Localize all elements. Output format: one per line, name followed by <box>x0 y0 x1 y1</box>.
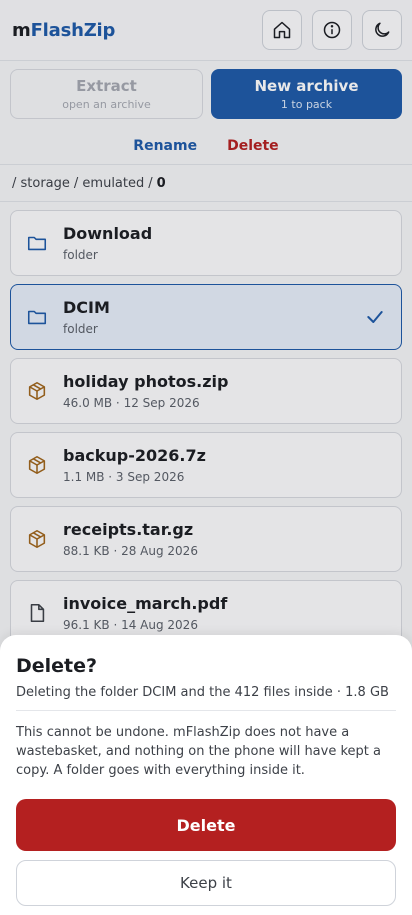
confirm-delete-button[interactable]: Delete <box>16 799 396 851</box>
dialog-warning: This cannot be undone. mFlashZip does no… <box>16 710 396 780</box>
dialog-subtitle: Deleting the folder DCIM and the 412 fil… <box>16 685 389 700</box>
dialog-title: Delete? <box>16 655 98 677</box>
keep-it-button[interactable]: Keep it <box>16 860 396 906</box>
delete-dialog: Delete? Deleting the folder DCIM and the… <box>0 635 412 915</box>
